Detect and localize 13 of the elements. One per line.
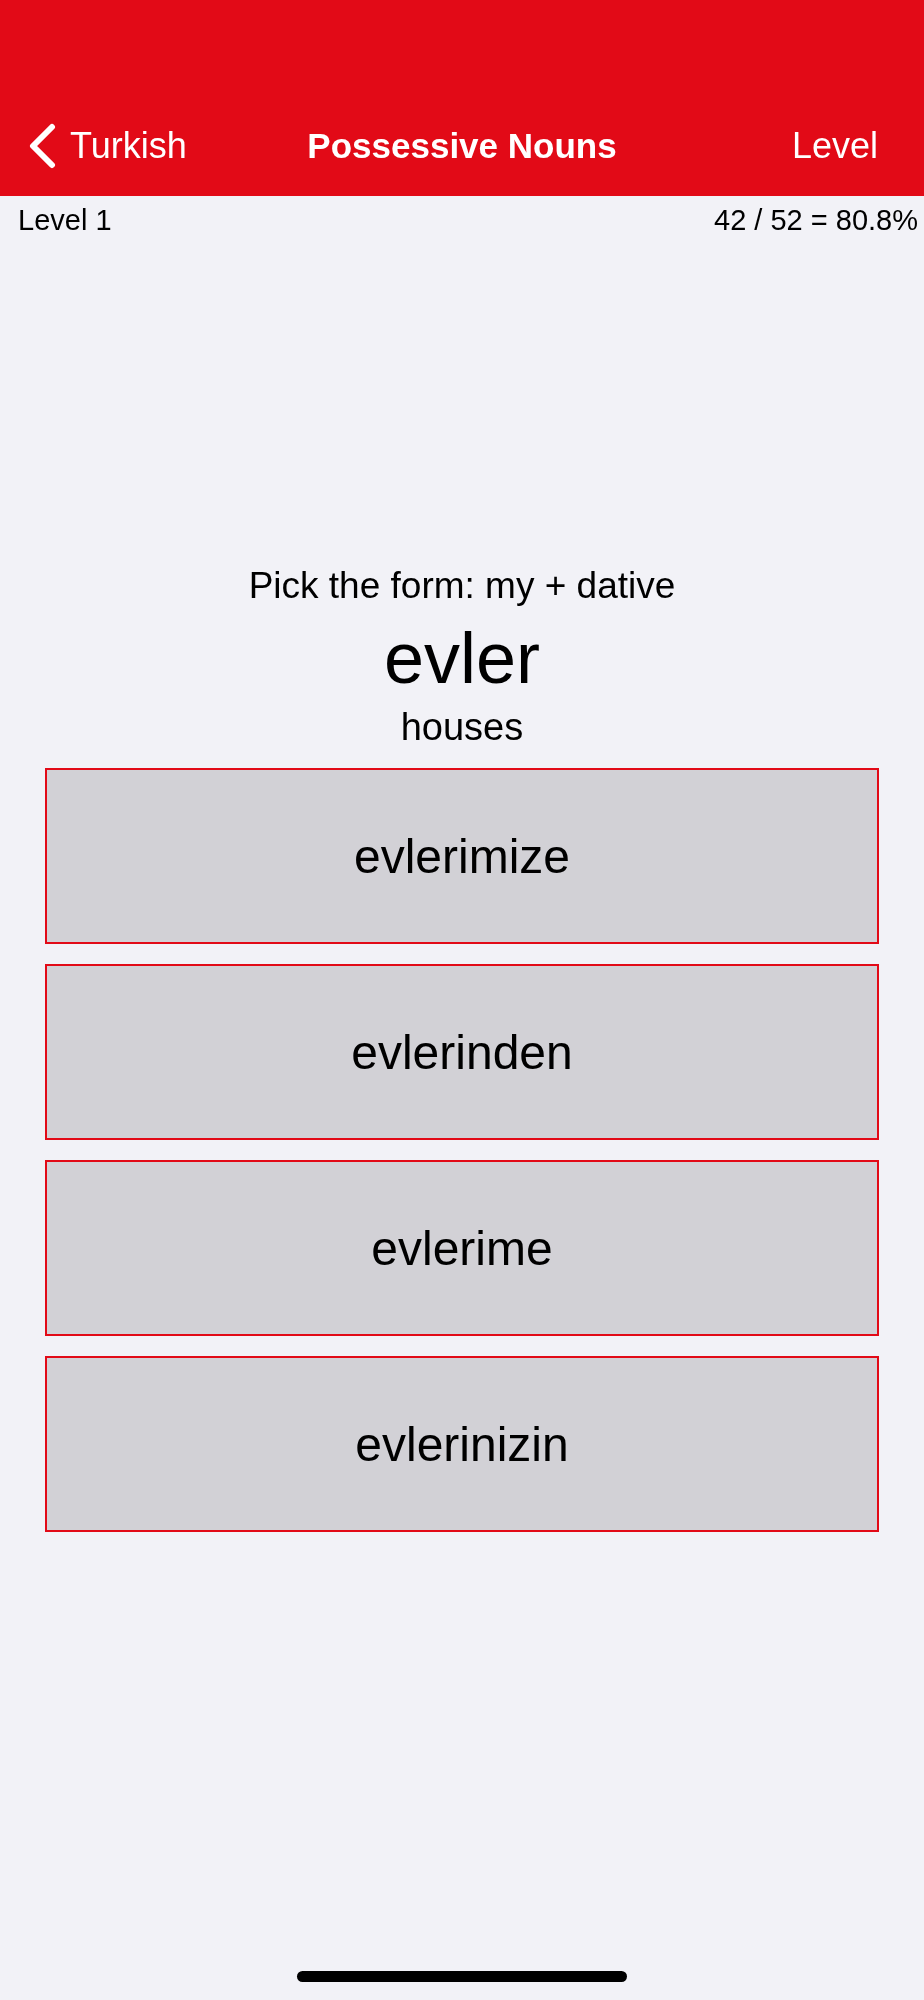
back-button[interactable]: Turkish — [28, 123, 187, 169]
question-word: evler — [383, 618, 541, 698]
answer-button[interactable]: evlerinizin — [45, 1356, 879, 1532]
score-text: 42 / 52 = 80.8% — [714, 203, 918, 237]
answer-button[interactable]: evlerime — [45, 1160, 879, 1336]
level-button[interactable]: Level — [791, 125, 878, 167]
question-prompt: Pick the form: my + dative — [248, 564, 676, 608]
chevron-left-icon — [28, 123, 56, 169]
screen-title: Possessive Nouns — [307, 126, 617, 166]
word-translation: houses — [400, 705, 524, 750]
answer-button[interactable]: evlerimize — [45, 768, 879, 944]
answer-button[interactable]: evlerinden — [45, 964, 879, 1140]
level-label: Level 1 — [18, 203, 112, 237]
